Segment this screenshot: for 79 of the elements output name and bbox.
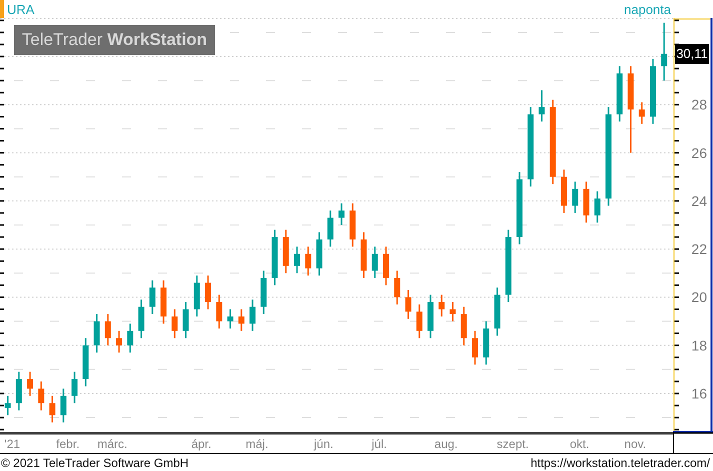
candlestick (483, 321, 490, 365)
candlestick (438, 294, 445, 316)
candlestick (394, 270, 400, 304)
copyright-text: © 2021 TeleTrader Software GmbH (1, 456, 189, 470)
candlestick (149, 280, 156, 314)
candlestick (327, 210, 334, 247)
candlestick (116, 330, 122, 353)
x-axis-label: nov. (624, 437, 646, 451)
candlestick (72, 372, 78, 404)
candlestick (350, 203, 356, 247)
candlestick (650, 58, 656, 124)
candlestick (260, 270, 267, 314)
x-axis-label: jún. (314, 437, 334, 451)
candlestick (172, 309, 178, 338)
y-axis-label: 26 (691, 144, 707, 161)
candlestick (227, 309, 234, 328)
candlestick (560, 170, 567, 213)
y-axis-label: 28 (691, 96, 707, 113)
x-axis-label: ápr. (191, 437, 212, 451)
interval-label: naponta (624, 2, 671, 16)
y-axis-label: 20 (691, 289, 707, 306)
website-link[interactable]: https://workstation.teletrader.com/ (530, 456, 710, 470)
candlestick (216, 294, 222, 328)
candlestick (160, 280, 167, 324)
candlestick (182, 302, 189, 338)
candlestick (360, 232, 367, 278)
x-axis-label: máj. (246, 437, 268, 451)
x-axis-label: aug. (434, 437, 458, 451)
candlestick (138, 300, 144, 338)
candlestick (127, 324, 134, 353)
candlestick (250, 300, 256, 331)
x-axis-label: júl. (372, 437, 387, 451)
candlestick (238, 309, 244, 331)
candlestick (405, 290, 412, 319)
symbol-label: URA (7, 2, 34, 16)
candlestick (416, 304, 422, 338)
candlestick (4, 396, 11, 416)
x-axis-label: '21 (4, 437, 20, 451)
candlestick (294, 246, 300, 274)
candlestick (616, 66, 623, 122)
candlestick (282, 230, 289, 274)
candlestick (94, 314, 100, 353)
candlestick (383, 246, 389, 286)
candlestick (49, 396, 56, 422)
x-axis-label: szept. (496, 437, 529, 451)
candlestick (305, 246, 312, 276)
last-price-tag: 30,11 (675, 44, 709, 64)
candlestick (472, 330, 478, 365)
candlestick (27, 372, 34, 396)
candlestick (661, 22, 668, 81)
y-axis-label: 16 (691, 386, 707, 402)
candlestick (205, 276, 212, 310)
candlestick (538, 90, 545, 122)
candlestick (60, 388, 66, 422)
x-axis-label: febr. (56, 437, 80, 451)
candlestick (572, 182, 578, 213)
candlestick (594, 191, 600, 223)
candlestick (428, 294, 434, 338)
candlestick (194, 276, 200, 316)
y-axis-label: 18 (691, 337, 707, 354)
y-axis-label: 22 (691, 241, 707, 258)
symbol-marker (0, 0, 4, 18)
candlestick (104, 314, 111, 346)
candlestick (82, 338, 89, 386)
candlestick (372, 246, 378, 278)
candlestick (638, 102, 645, 124)
x-axis-label: okt. (570, 437, 590, 451)
candlestick (16, 372, 22, 410)
candlestick (38, 381, 44, 410)
y-axis-label: 24 (691, 192, 707, 209)
x-axis-label: márc. (97, 437, 128, 451)
candlestick (583, 182, 590, 223)
candlestick (272, 230, 278, 286)
candlestick (460, 306, 467, 346)
candlestick (494, 288, 500, 336)
candlestick (450, 302, 456, 322)
candlestick (316, 232, 322, 276)
logo: TeleTrader WorkStation (14, 25, 215, 55)
candlestick (338, 203, 344, 225)
